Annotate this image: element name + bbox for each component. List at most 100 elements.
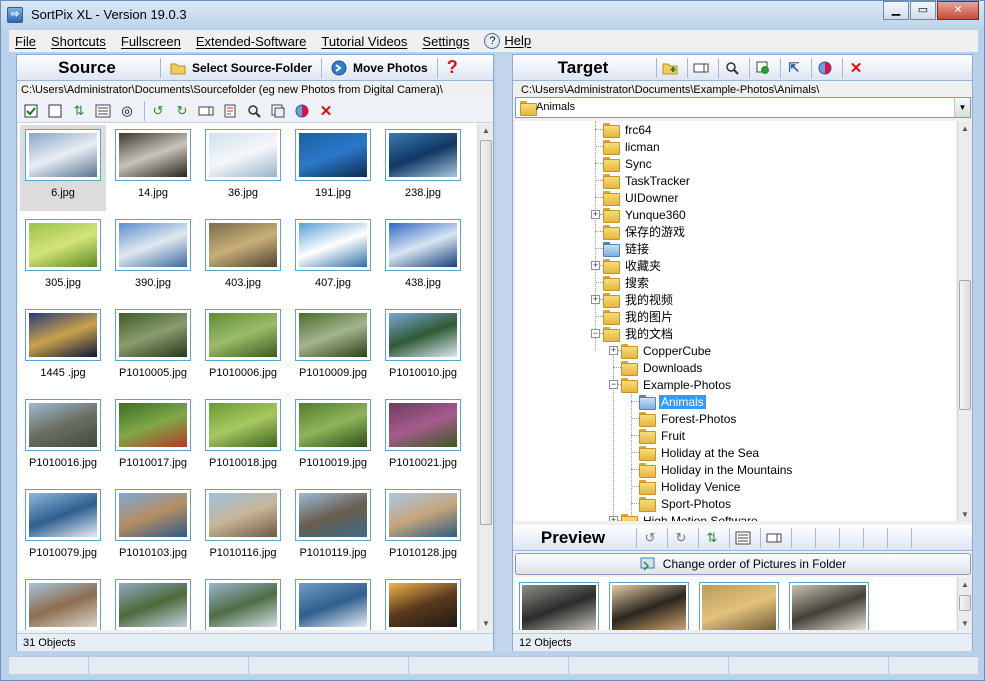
menu-shortcuts[interactable]: Shortcuts bbox=[51, 34, 106, 49]
thumbnail-item[interactable] bbox=[380, 575, 466, 630]
tree-item[interactable]: UIDowner bbox=[603, 189, 680, 206]
sort-icon[interactable]: ⇅ bbox=[69, 101, 89, 121]
menu-settings[interactable]: Settings bbox=[422, 34, 469, 49]
tree-item[interactable]: 保存的游戏 bbox=[603, 223, 687, 240]
tree-item[interactable]: 我的图片 bbox=[603, 308, 675, 325]
source-scrollbar[interactable]: ▲ ▼ bbox=[478, 124, 493, 631]
search-icon[interactable] bbox=[722, 58, 742, 78]
target-folder-combo[interactable]: Animals ▼ bbox=[515, 97, 971, 118]
thumbnail-item[interactable]: P1010009.jpg bbox=[290, 305, 376, 391]
thumbnail-item[interactable]: P1010079.jpg bbox=[20, 485, 106, 571]
thumbnail-item[interactable]: P1010116.jpg bbox=[200, 485, 286, 571]
rotate-left-icon[interactable]: ↺ bbox=[640, 528, 660, 548]
maximize-button[interactable]: ▭ bbox=[910, 1, 936, 20]
tree-item[interactable]: Example-Photos bbox=[621, 376, 733, 393]
tree-item[interactable]: Holiday in the Mountains bbox=[639, 461, 794, 478]
tree-item[interactable]: Holiday Venice bbox=[639, 478, 742, 495]
check-all-icon[interactable] bbox=[21, 101, 41, 121]
thumbnail-item[interactable]: 438.jpg bbox=[380, 215, 466, 301]
sound-icon[interactable]: ◎ bbox=[117, 101, 137, 121]
title-bar[interactable]: ⇨ SortPix XL - Version 19.0.3 ▁ ▭ ✕ bbox=[1, 1, 984, 29]
thumbnail-item[interactable] bbox=[110, 575, 196, 630]
thumbnail-item[interactable]: P1010010.jpg bbox=[380, 305, 466, 391]
rename-folder-icon[interactable] bbox=[691, 58, 711, 78]
select-source-folder-button[interactable]: Select Source-Folder bbox=[164, 57, 318, 79]
thumbnail-item[interactable] bbox=[20, 575, 106, 630]
move-photos-button[interactable]: Move Photos bbox=[325, 57, 434, 79]
minimize-button[interactable]: ▁ bbox=[883, 1, 909, 20]
thumbnail-item[interactable]: P1010005.jpg bbox=[110, 305, 196, 391]
thumbnail-item[interactable]: P1010016.jpg bbox=[20, 395, 106, 481]
tree-item[interactable]: 我的视频 bbox=[603, 291, 675, 308]
color-icon[interactable] bbox=[815, 58, 835, 78]
thumbnail-item[interactable] bbox=[290, 575, 376, 630]
expand-icon[interactable]: + bbox=[591, 295, 600, 304]
preview-thumbnail[interactable] bbox=[699, 582, 779, 630]
search-icon[interactable] bbox=[244, 101, 264, 121]
new-folder-icon[interactable] bbox=[660, 58, 680, 78]
tree-item[interactable]: Holiday at the Sea bbox=[639, 444, 761, 461]
properties-icon[interactable] bbox=[220, 101, 240, 121]
expand-icon[interactable]: + bbox=[591, 210, 600, 219]
tree-item[interactable]: frc64 bbox=[603, 121, 654, 138]
tree-item[interactable]: TaskTracker bbox=[603, 172, 692, 189]
menu-file[interactable]: File bbox=[15, 34, 36, 49]
preview-scrollbar-thumb[interactable] bbox=[959, 595, 971, 611]
expand-icon[interactable]: + bbox=[609, 516, 618, 521]
tree-item[interactable]: Yunque360 bbox=[603, 206, 688, 223]
tree-item[interactable]: CopperCube bbox=[621, 342, 713, 359]
tree-item[interactable]: Forest-Photos bbox=[639, 410, 738, 427]
uncheck-all-icon[interactable] bbox=[45, 101, 65, 121]
list-view-icon[interactable] bbox=[733, 528, 753, 548]
thumbnail-item[interactable]: P1010018.jpg bbox=[200, 395, 286, 481]
target-tree-scrollbar-thumb[interactable] bbox=[959, 280, 971, 410]
tree-item[interactable]: Sync bbox=[603, 155, 654, 172]
preview-scrollbar[interactable]: ▲ ▼ bbox=[957, 578, 972, 631]
tree-item[interactable]: 收藏夹 bbox=[603, 257, 663, 274]
thumbnail-item[interactable]: 305.jpg bbox=[20, 215, 106, 301]
tree-item[interactable]: Sport-Photos bbox=[639, 495, 733, 512]
thumbnail-item[interactable]: P1010006.jpg bbox=[200, 305, 286, 391]
color-icon[interactable] bbox=[292, 101, 312, 121]
thumbnail-item[interactable]: P1010021.jpg bbox=[380, 395, 466, 481]
tree-item[interactable]: Animals bbox=[639, 393, 706, 410]
copy-icon[interactable] bbox=[268, 101, 288, 121]
close-button[interactable]: ✕ bbox=[937, 1, 979, 20]
thumbnail-item[interactable]: P1010128.jpg bbox=[380, 485, 466, 571]
menu-help[interactable]: ? Help bbox=[484, 33, 531, 50]
thumbnail-item[interactable]: 390.jpg bbox=[110, 215, 196, 301]
rename-icon[interactable] bbox=[196, 101, 216, 121]
thumbnail-item[interactable]: P1010103.jpg bbox=[110, 485, 196, 571]
help-button[interactable]: ? bbox=[441, 57, 464, 79]
collapse-icon[interactable]: − bbox=[591, 329, 600, 338]
thumbnail-item[interactable]: 403.jpg bbox=[200, 215, 286, 301]
thumbnail-item[interactable] bbox=[200, 575, 286, 630]
menu-extended-software[interactable]: Extended-Software bbox=[196, 34, 307, 49]
thumbnail-item[interactable]: 238.jpg bbox=[380, 125, 466, 211]
delete-icon[interactable]: ✕ bbox=[846, 58, 866, 78]
thumbnail-item[interactable]: 407.jpg bbox=[290, 215, 376, 301]
collapse-icon[interactable]: − bbox=[609, 380, 618, 389]
thumbnail-item[interactable]: 14.jpg bbox=[110, 125, 196, 211]
expand-icon[interactable]: + bbox=[591, 261, 600, 270]
rename-icon[interactable] bbox=[764, 528, 784, 548]
rotate-right-icon[interactable]: ↻ bbox=[671, 528, 691, 548]
thumbnail-item[interactable]: 1445 .jpg bbox=[20, 305, 106, 391]
delete-icon[interactable]: ✕ bbox=[316, 101, 336, 121]
preview-thumbnail[interactable] bbox=[789, 582, 869, 630]
sort-icon[interactable]: ⇅ bbox=[702, 528, 722, 548]
menu-fullscreen[interactable]: Fullscreen bbox=[121, 34, 181, 49]
expand-icon[interactable]: + bbox=[609, 346, 618, 355]
thumbnail-item[interactable]: 36.jpg bbox=[200, 125, 286, 211]
tree-item[interactable]: 链接 bbox=[603, 240, 651, 257]
tree-item[interactable]: licman bbox=[603, 138, 662, 155]
source-scrollbar-thumb[interactable] bbox=[480, 140, 492, 525]
preview-thumbnail[interactable] bbox=[519, 582, 599, 630]
change-order-button[interactable]: Change order of Pictures in Folder bbox=[515, 553, 971, 575]
tree-item[interactable]: 我的文档 bbox=[603, 325, 675, 342]
thumbnail-item[interactable]: 191.jpg bbox=[290, 125, 376, 211]
panel-splitter[interactable] bbox=[496, 55, 512, 651]
menu-tutorial-videos[interactable]: Tutorial Videos bbox=[321, 34, 407, 49]
tree-item[interactable]: High Motion Software bbox=[621, 512, 760, 521]
chevron-down-icon[interactable]: ▼ bbox=[954, 98, 970, 117]
